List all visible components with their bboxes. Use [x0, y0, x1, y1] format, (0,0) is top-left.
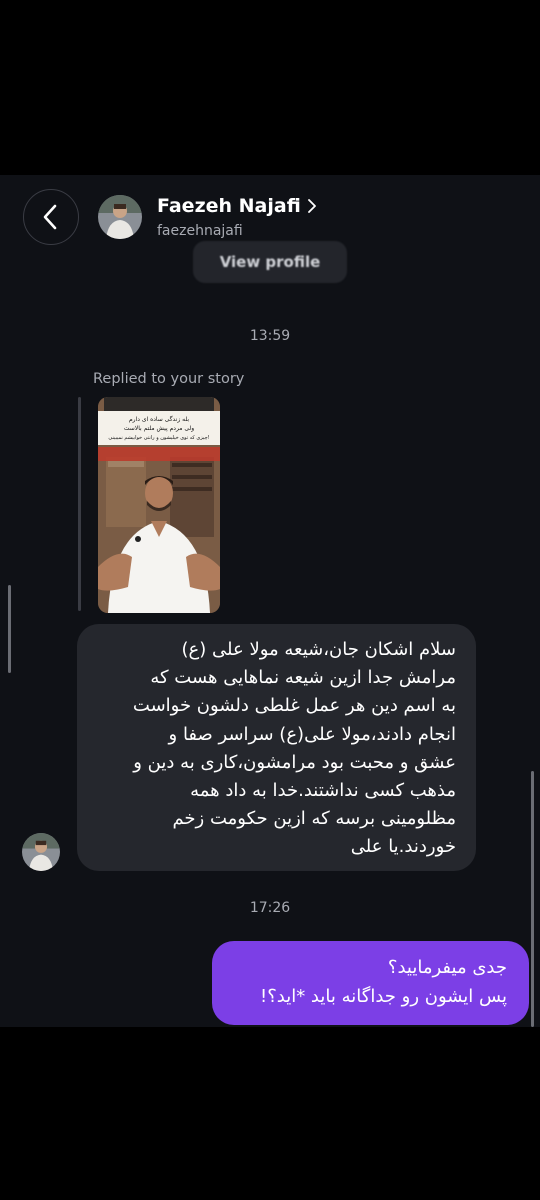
contact-avatar[interactable] [98, 195, 142, 239]
contact-username: faezehnajafi [157, 223, 243, 239]
incoming-message-line: انجام دادند،مولا علی(ع) سراسر صفا و [168, 723, 456, 745]
story-caption-line-2: ولی مردم پیش ملتم بالاست [124, 425, 194, 432]
chevron-right-icon [307, 199, 316, 213]
incoming-message-line: به اسم دین هر عمل غلطی دلشون خواست [132, 695, 456, 717]
incoming-message-line: مرامش جدا ازین شیعه نماهایی هست که [150, 667, 456, 689]
scroll-indicator-right [531, 771, 534, 1027]
story-caption-line-1: بله زندگی ساده ای دارم [129, 415, 189, 423]
view-profile-button[interactable]: View profile [193, 241, 347, 283]
incoming-message-line: مذهب کسی نداشتند.خدا به داد همه [190, 780, 456, 802]
sender-avatar[interactable] [22, 833, 60, 871]
story-caption-line-3: چیزی که توی خیلیشون و رانتی خوابیشم نمیب… [108, 435, 209, 441]
story-thumbnail[interactable]: بله زندگی ساده ای دارم ولی مردم پیش ملتم… [98, 397, 220, 613]
contact-name: Faezeh Najafi [157, 195, 301, 217]
outgoing-message-line: پس ایشون رو جداگانه باید *اید؟! [259, 986, 507, 1007]
incoming-message-line: عشق و محبت بود مرامشون،کاری به دین و [133, 751, 456, 773]
incoming-message-line: خوردند.یا علی [350, 836, 456, 858]
contact-name-link[interactable]: Faezeh Najafi [157, 195, 317, 217]
chat-screen: Faezeh Najafi faezehnajafi View profile … [0, 175, 540, 1027]
chevron-left-icon [43, 204, 57, 230]
incoming-message-line: مظلومینی برسه که ازین حکومت زخم [172, 808, 456, 830]
reply-indicator-bar [78, 397, 81, 611]
scroll-indicator-left [8, 585, 11, 673]
back-button[interactable] [23, 189, 79, 245]
timestamp: 13:59 [249, 328, 291, 344]
incoming-message-bubble[interactable]: سلام اشکان جان،شیعه مولا علی (ع) مرامش ج… [77, 624, 476, 871]
replied-to-story-label: Replied to your story [93, 371, 245, 387]
outgoing-message-bubble[interactable]: جدی میفرمایید؟ پس ایشون رو جداگانه باید … [212, 941, 529, 1025]
timestamp: 17:26 [249, 900, 291, 916]
incoming-message-line: سلام اشکان جان،شیعه مولا علی (ع) [181, 639, 456, 660]
outgoing-message-line: جدی میفرمایید؟ [387, 957, 507, 978]
